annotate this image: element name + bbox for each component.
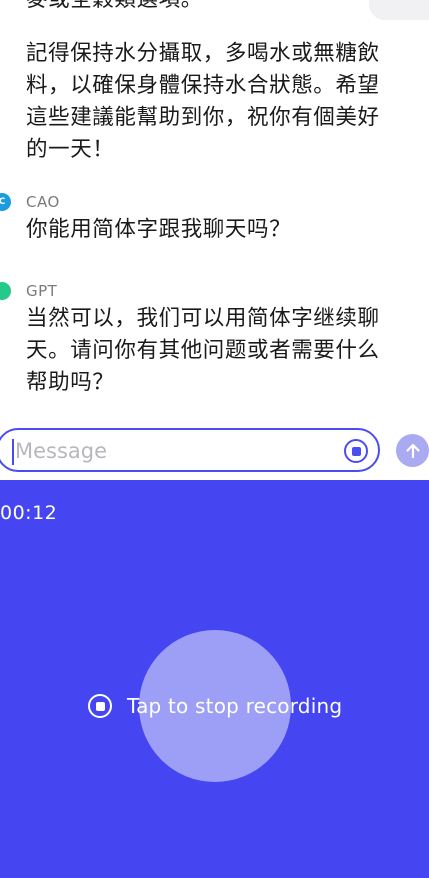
recording-timer: 00:12 xyxy=(0,502,58,524)
stop-recording-button[interactable]: Tap to stop recording xyxy=(88,692,342,720)
message-placeholder: Message xyxy=(15,439,108,463)
assistant-reply-line: 帮助吗？ xyxy=(26,370,115,395)
avatar xyxy=(0,282,11,300)
assistant-line: 記得保持水分攝取，多喝水或無糖飲 xyxy=(26,41,380,66)
sender-name: CAO xyxy=(26,193,60,211)
sender-name: GPT xyxy=(26,282,58,300)
message-sender-cao: C CAO xyxy=(0,191,60,213)
previous-message-fragment: 麥或全穀類選項。 xyxy=(26,0,203,16)
send-button[interactable] xyxy=(396,434,429,467)
recording-panel: 00:12 Tap to stop recording xyxy=(0,480,429,878)
stop-circle-icon[interactable] xyxy=(344,439,368,463)
message-sender-gpt: GPT xyxy=(0,280,57,302)
stop-recording-label: Tap to stop recording xyxy=(127,694,343,718)
scroll-pill xyxy=(369,0,429,20)
user-message-line: 你能用简体字跟我聊天吗？ xyxy=(26,217,292,242)
chat-transcript: 麥或全穀類選項。 記得保持水分攝取，多喝水或無糖飲 料，以確保身體保持水合狀態。… xyxy=(0,0,429,425)
arrow-up-icon xyxy=(405,443,420,458)
text-caret xyxy=(12,439,14,465)
assistant-reply-line: 天。请问你有其他问题或者需要什么 xyxy=(26,338,380,363)
assistant-line: 的一天！ xyxy=(26,137,115,162)
avatar: C xyxy=(0,193,11,211)
assistant-line: 料，以確保身體保持水合狀態。希望 xyxy=(26,73,380,98)
assistant-line: 這些建議能幫助到你，祝你有個美好 xyxy=(26,105,380,130)
message-input[interactable]: Message xyxy=(0,428,380,472)
assistant-reply-line: 当然可以，我们可以用简体字继续聊 xyxy=(26,306,380,331)
stop-circle-icon xyxy=(88,694,112,718)
